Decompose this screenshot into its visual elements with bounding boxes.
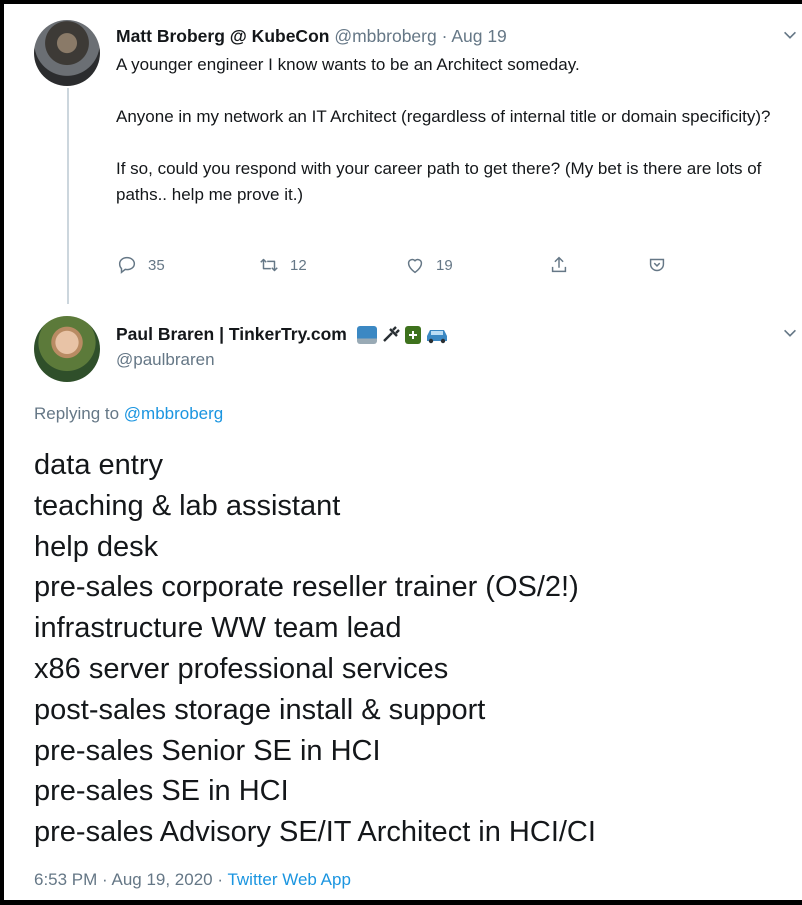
tweet-line: pre-sales corporate reseller trainer (OS…: [34, 571, 579, 604]
tweet-paragraph: A younger engineer I know wants to be an…: [116, 55, 580, 74]
electric-plug-icon: [381, 325, 401, 344]
laptop-icon: [356, 325, 377, 344]
share-button[interactable]: [548, 254, 570, 276]
tweet-header: Paul Braren | TinkerTry.com: [116, 324, 449, 345]
thread-connector-line: [67, 88, 69, 304]
tweet-line: pre-sales Senior SE in HCI: [34, 734, 381, 767]
tweet-line: x86 server professional services: [34, 652, 449, 685]
tweet-line: teaching & lab assistant: [34, 489, 341, 522]
like-count: 19: [436, 256, 453, 274]
reply-icon: [118, 256, 136, 274]
tweet-line: help desk: [34, 530, 159, 563]
tweet-thread: Matt Broberg @ KubeCon @mbbroberg · Aug …: [4, 4, 802, 900]
car-icon: [425, 326, 449, 344]
tweet-text: data entry teaching & lab assistant help…: [34, 445, 596, 853]
tweet-line: data entry: [34, 449, 163, 481]
date-separator: ·: [436, 26, 452, 46]
tweet-actions: 35 12 19: [116, 254, 716, 280]
avatar[interactable]: [34, 316, 100, 382]
chevron-down-icon[interactable]: [780, 324, 800, 344]
replying-to: Replying to @mbbroberg: [34, 404, 223, 424]
tweet-text: A younger engineer I know wants to be an…: [116, 52, 796, 234]
tweet-paragraph: Anyone in my network an IT Architect (re…: [116, 107, 771, 126]
pocket-button[interactable]: [646, 254, 668, 276]
tweet-meta: 6:53 PM · Aug 19, 2020 · Twitter Web App: [34, 870, 351, 890]
author-name[interactable]: Paul Braren | TinkerTry.com: [116, 324, 347, 345]
source-app-link[interactable]: Twitter Web App: [227, 870, 350, 889]
tweet-paragraph: If so, could you respond with your caree…: [116, 159, 762, 204]
chevron-down-icon[interactable]: [780, 26, 800, 46]
author-name[interactable]: Matt Broberg @ KubeCon: [116, 26, 329, 46]
battery-icon: [404, 325, 421, 344]
tweet-header: Matt Broberg @ KubeCon @mbbroberg · Aug …: [116, 26, 507, 47]
like-button[interactable]: 19: [404, 254, 453, 276]
author-handle[interactable]: @paulbraren: [116, 350, 215, 370]
replying-prefix: Replying to: [34, 404, 124, 423]
name-emojis: [356, 325, 449, 344]
replying-handle-link[interactable]: @mbbroberg: [124, 404, 223, 423]
reply-count: 35: [148, 256, 165, 274]
share-icon: [551, 256, 567, 273]
retweet-icon: [260, 258, 278, 272]
retweet-count: 12: [290, 256, 307, 274]
tweet-line: pre-sales Advisory SE/IT Architect in HC…: [34, 816, 596, 849]
pocket-icon: [649, 258, 665, 272]
retweet-button[interactable]: 12: [258, 254, 307, 276]
avatar[interactable]: [34, 20, 100, 86]
tweet-date[interactable]: Aug 19: [451, 26, 506, 46]
reply-button[interactable]: 35: [116, 254, 165, 276]
author-handle[interactable]: @mbbroberg: [334, 26, 436, 46]
tweet-timestamp[interactable]: 6:53 PM · Aug 19, 2020 ·: [34, 870, 227, 889]
tweet-line: post-sales storage install & support: [34, 693, 486, 726]
tweet-line: infrastructure WW team lead: [34, 612, 402, 645]
heart-icon: [407, 258, 423, 274]
tweet-line: pre-sales SE in HCI: [34, 775, 289, 808]
